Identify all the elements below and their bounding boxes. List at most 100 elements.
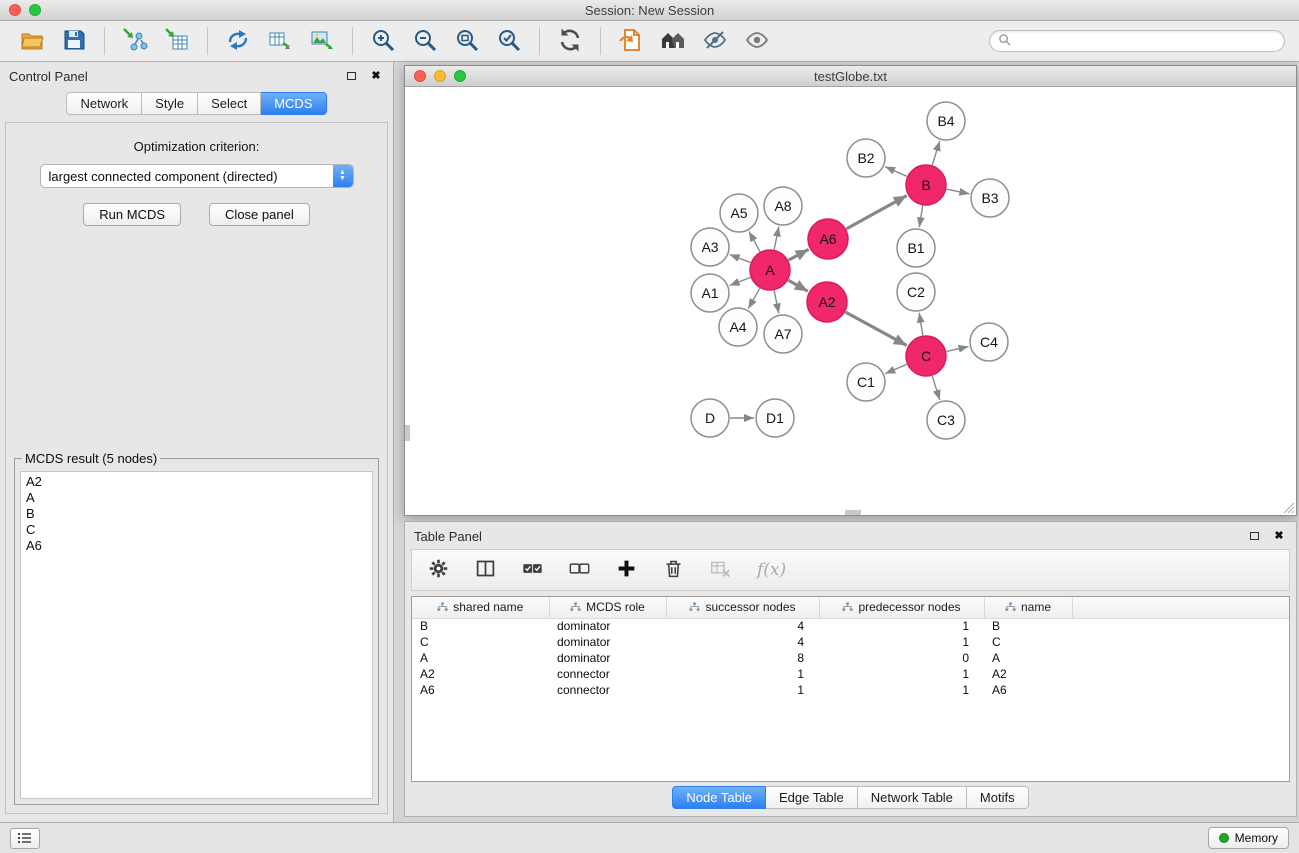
table-toolbar-button-columns[interactable] xyxy=(475,555,496,585)
graph-node-D1[interactable]: D1 xyxy=(756,399,794,437)
edge-C-C3[interactable] xyxy=(932,376,939,400)
close-panel-action-button[interactable]: Close panel xyxy=(209,203,310,226)
edge-A-A7[interactable] xyxy=(774,291,779,314)
table-toolbar-button-add-row[interactable] xyxy=(616,555,637,585)
close-panel-button[interactable]: ✖ xyxy=(368,68,384,84)
close-window-button[interactable] xyxy=(9,4,21,16)
edge-B-B1[interactable] xyxy=(919,206,922,228)
table-row[interactable]: A2connector11A2 xyxy=(412,666,1289,682)
run-mcds-button[interactable]: Run MCDS xyxy=(83,203,181,226)
toolbar-button-save-session[interactable] xyxy=(56,24,92,58)
resize-grip[interactable] xyxy=(1282,501,1295,514)
toolbar-button-open-session[interactable] xyxy=(14,24,50,58)
toolbar-button-home[interactable] xyxy=(655,24,691,58)
result-item[interactable]: A2 xyxy=(26,474,367,490)
table-toolbar-button-gear[interactable] xyxy=(428,555,449,585)
edge-B-B2[interactable] xyxy=(885,167,907,177)
tab-select[interactable]: Select xyxy=(198,92,261,115)
graph-node-D[interactable]: D xyxy=(691,399,729,437)
toolbar-button-visual-details[interactable] xyxy=(697,24,733,58)
graph-node-B2[interactable]: B2 xyxy=(847,139,885,177)
tab-edge-table[interactable]: Edge Table xyxy=(766,786,858,809)
result-item[interactable]: B xyxy=(26,506,367,522)
result-item[interactable]: A6 xyxy=(26,538,367,554)
toolbar-button-import-network[interactable] xyxy=(117,24,153,58)
tab-mcds[interactable]: MCDS xyxy=(261,92,326,115)
toolbar-button-export-network[interactable] xyxy=(262,24,298,58)
edge-A-A4[interactable] xyxy=(748,288,759,308)
graph-node-C2[interactable]: C2 xyxy=(897,273,935,311)
graph-node-A4[interactable]: A4 xyxy=(719,308,757,346)
edge-A6-B[interactable] xyxy=(846,196,906,229)
column-header-shared-name[interactable]: shared name xyxy=(412,597,549,618)
graph-node-B1[interactable]: B1 xyxy=(897,229,935,267)
network-canvas[interactable]: B4B2BB3A5A8A6B1A3AA1A2C2A4A7C4CC1C3DD1 xyxy=(405,87,1296,515)
vertical-scroll-nub[interactable] xyxy=(405,425,410,441)
toolbar-button-export-image[interactable] xyxy=(304,24,340,58)
tab-node-table[interactable]: Node Table xyxy=(672,786,766,809)
graph-node-B3[interactable]: B3 xyxy=(971,179,1009,217)
graph-node-A2[interactable]: A2 xyxy=(807,282,847,322)
float-table-panel-button[interactable] xyxy=(1246,528,1262,544)
edge-C-C1[interactable] xyxy=(885,364,906,373)
toolbar-button-zoom-fit[interactable] xyxy=(449,24,485,58)
edge-A-A6[interactable] xyxy=(789,249,809,260)
memory-button[interactable]: Memory xyxy=(1208,827,1289,849)
table-row[interactable]: Cdominator41C xyxy=(412,634,1289,650)
tab-motifs[interactable]: Motifs xyxy=(967,786,1029,809)
close-network-window-button[interactable] xyxy=(414,70,426,82)
result-item[interactable]: A xyxy=(26,490,367,506)
graph-node-A7[interactable]: A7 xyxy=(764,315,802,353)
graph-node-B[interactable]: B xyxy=(906,165,946,205)
tab-network-table[interactable]: Network Table xyxy=(858,786,967,809)
criterion-dropdown[interactable]: largest connected component (directed) ▲… xyxy=(40,164,354,188)
toolbar-button-import-table[interactable] xyxy=(159,24,195,58)
graph-node-A1[interactable]: A1 xyxy=(691,274,729,312)
column-header-name[interactable]: name xyxy=(984,597,1072,618)
zoom-window-button[interactable] xyxy=(29,4,41,16)
graph-node-A3[interactable]: A3 xyxy=(691,228,729,266)
toolbar-button-clone-network[interactable] xyxy=(220,24,256,58)
toolbar-button-export-document[interactable] xyxy=(613,24,649,58)
edge-A-A5[interactable] xyxy=(749,231,760,251)
toolbar-button-zoom-out[interactable] xyxy=(407,24,443,58)
toolbar-button-refresh-layout[interactable] xyxy=(552,24,588,58)
graph-node-A5[interactable]: A5 xyxy=(720,194,758,232)
toolbar-button-zoom-selected[interactable] xyxy=(491,24,527,58)
edge-A-A1[interactable] xyxy=(730,278,751,286)
search-box[interactable] xyxy=(989,30,1285,52)
edge-B-B4[interactable] xyxy=(932,141,939,165)
graph-node-C[interactable]: C xyxy=(906,336,946,376)
edge-A-A8[interactable] xyxy=(774,227,779,250)
graph-node-A[interactable]: A xyxy=(750,250,790,290)
close-table-panel-button[interactable]: ✖ xyxy=(1271,528,1287,544)
table-toolbar-button-deselect-all[interactable] xyxy=(569,555,590,585)
table-row[interactable]: Bdominator41B xyxy=(412,618,1289,634)
column-header-successor-nodes[interactable]: successor nodes xyxy=(666,597,819,618)
horizontal-scroll-nub[interactable] xyxy=(845,510,861,515)
search-input[interactable] xyxy=(1016,34,1276,48)
zoom-network-window-button[interactable] xyxy=(454,70,466,82)
table-row[interactable]: A6connector11A6 xyxy=(412,682,1289,698)
result-item[interactable]: C xyxy=(26,522,367,538)
graph-node-C1[interactable]: C1 xyxy=(847,363,885,401)
column-header-predecessor-nodes[interactable]: predecessor nodes xyxy=(819,597,984,618)
edge-A2-C[interactable] xyxy=(845,312,906,345)
table-row[interactable]: Adominator80A xyxy=(412,650,1289,666)
graph-node-A8[interactable]: A8 xyxy=(764,187,802,225)
graph-node-C3[interactable]: C3 xyxy=(927,401,965,439)
float-panel-button[interactable] xyxy=(343,68,359,84)
edge-C-C4[interactable] xyxy=(946,347,968,352)
network-graph[interactable]: B4B2BB3A5A8A6B1A3AA1A2C2A4A7C4CC1C3DD1 xyxy=(405,87,1296,515)
edge-C-C2[interactable] xyxy=(919,313,923,336)
edge-A-A3[interactable] xyxy=(730,255,751,263)
toolbar-button-zoom-in[interactable] xyxy=(365,24,401,58)
tab-network[interactable]: Network xyxy=(66,92,142,115)
mcds-result-list[interactable]: A2ABCA6 xyxy=(20,471,373,799)
graph-node-B4[interactable]: B4 xyxy=(927,102,965,140)
toolbar-button-eye[interactable] xyxy=(739,24,775,58)
graph-node-C4[interactable]: C4 xyxy=(970,323,1008,361)
table-toolbar-button-select-all[interactable] xyxy=(522,555,543,585)
minimize-network-window-button[interactable] xyxy=(434,70,446,82)
edge-B-B3[interactable] xyxy=(947,189,970,194)
